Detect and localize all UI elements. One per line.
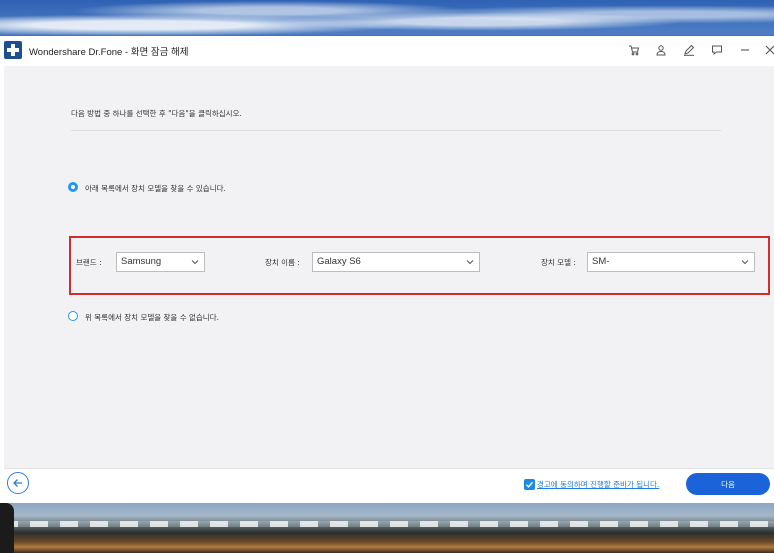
drfone-logo-icon [4,41,22,59]
window-title: Wondershare Dr.Fone - 화면 잠금 해제 [29,47,189,58]
pen-icon[interactable] [682,43,696,57]
main-content: 다음 방법 중 하나를 선택한 후 "다음"을 클릭하십시오. 아래 목록에서 … [4,66,774,468]
radio-model-found[interactable] [68,182,78,192]
chevron-down-icon [191,260,199,265]
wallpaper-figure [0,503,14,553]
title-bar: Wondershare Dr.Fone - 화면 잠금 해제 [0,36,774,66]
back-button[interactable] [7,472,29,494]
radio-model-not-found-label[interactable]: 위 목록에서 장치 모델을 찾을 수 없습니다. [85,312,219,323]
divider [71,130,721,131]
cart-icon[interactable] [627,43,641,57]
brand-label: 브랜드 : [76,258,102,267]
brand-value: Samsung [121,256,162,267]
consent-link[interactable]: 경고에 동의하며 진행할 준비가 됩니다. [537,479,659,490]
desktop-wallpaper-top [0,0,774,36]
close-icon[interactable] [763,43,774,57]
wallpaper-surf [0,521,774,527]
footer-divider [4,468,774,469]
next-button[interactable]: 다음 [686,473,770,495]
user-icon[interactable] [654,43,668,57]
minimize-icon[interactable] [738,43,752,57]
chevron-down-icon [466,260,474,265]
radio-model-not-found[interactable] [68,311,78,321]
device-model-label: 장치 모델 : [541,258,576,267]
radio-model-found-label[interactable]: 아래 목록에서 장치 모델을 찾을 수 있습니다. [85,183,226,194]
device-name-value: Galaxy S6 [317,256,361,267]
consent-checkbox[interactable] [524,479,535,490]
device-model-select[interactable]: SM- [587,252,755,272]
brand-select[interactable]: Samsung [116,252,205,272]
device-model-value: SM- [592,256,610,267]
chevron-down-icon [741,260,749,265]
device-name-label: 장치 이름 : [265,258,300,267]
device-name-select[interactable]: Galaxy S6 [312,252,480,272]
app-window: Wondershare Dr.Fone - 화면 잠금 해제 다음 방법 중 하… [0,36,774,503]
chat-icon[interactable] [710,43,724,57]
checkmark-icon [526,481,534,488]
arrow-left-icon [13,479,22,487]
instruction-text: 다음 방법 중 하나를 선택한 후 "다음"을 클릭하십시오. [71,109,242,118]
desktop-wallpaper-bottom [0,503,774,553]
